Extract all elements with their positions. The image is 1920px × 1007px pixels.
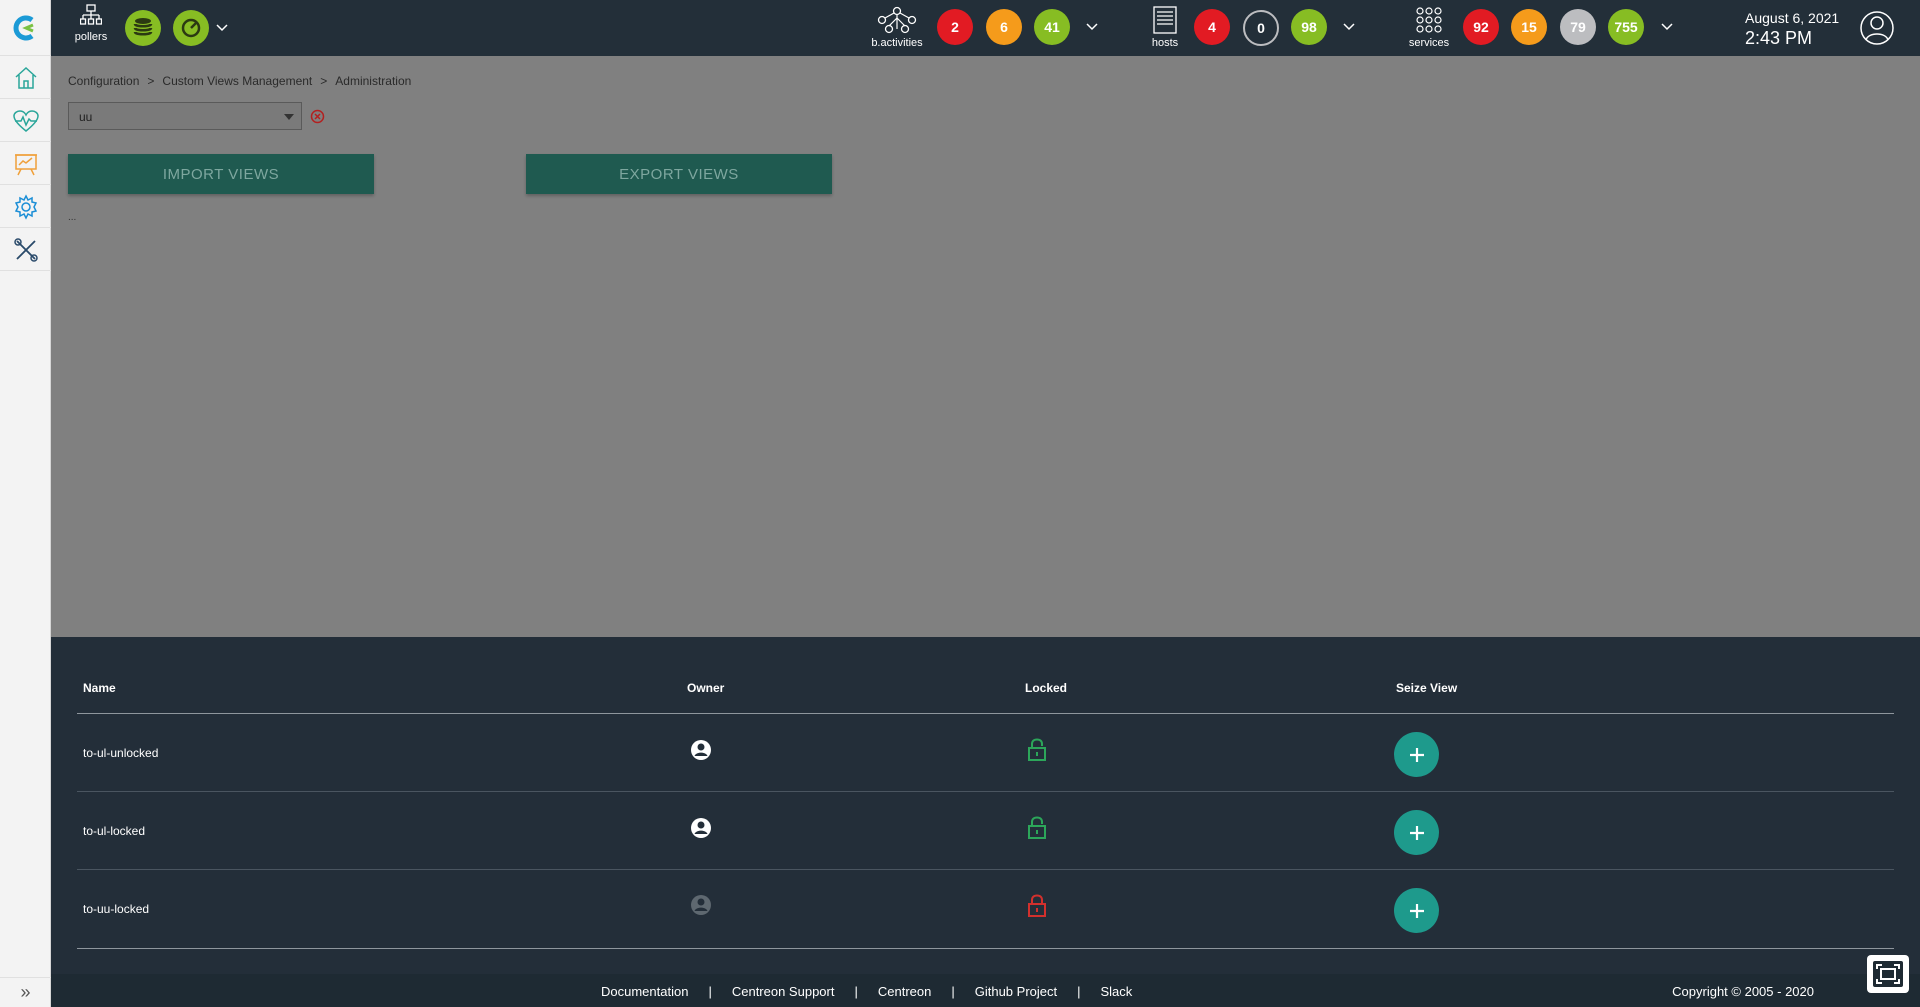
hosts-unreachable-count[interactable]: 0 (1243, 10, 1279, 46)
services-critical-count[interactable]: 92 (1463, 9, 1499, 45)
export-views-button[interactable]: EXPORT VIEWS (526, 154, 832, 194)
footer-link-centreon[interactable]: Centreon (878, 984, 931, 999)
bactivities-ok-count[interactable]: 41 (1034, 9, 1070, 45)
services-chevron-down-icon[interactable] (1658, 18, 1676, 36)
fullscreen-button[interactable] (1867, 955, 1909, 993)
gauge-icon (181, 18, 201, 38)
breadcrumb-separator: > (320, 74, 328, 88)
gear-icon (14, 193, 37, 220)
dropdown-arrow-icon (284, 114, 294, 120)
hosts-chevron-down-icon[interactable] (1340, 18, 1358, 36)
hosts-icon[interactable] (1152, 5, 1178, 35)
sidebar-item-configuration[interactable] (0, 186, 51, 228)
footer-links: Documentation | Centreon Support | Centr… (601, 984, 1132, 999)
heartbeat-icon (12, 109, 39, 132)
footer-link-centreon-support[interactable]: Centreon Support (732, 984, 835, 999)
top-bar: pollers b.activities 2 6 41 hosts 4 0 98… (51, 0, 1920, 56)
presentation-chart-icon (14, 153, 37, 175)
database-status[interactable] (125, 10, 161, 46)
table-row-name: to-uu-locked (83, 902, 150, 916)
seize-view-button[interactable] (1394, 888, 1439, 933)
table-row-name: to-ul-locked (83, 824, 146, 838)
plus-icon (1409, 747, 1424, 762)
services-unknown-count[interactable]: 79 (1560, 9, 1596, 45)
seize-view-button[interactable] (1394, 810, 1439, 855)
services-label: services (1408, 37, 1450, 49)
header-divider (77, 713, 1894, 714)
clear-filter-icon[interactable] (310, 109, 325, 124)
footer-separator: | (708, 984, 712, 999)
row-divider (77, 869, 1894, 870)
plus-icon (1409, 903, 1424, 918)
database-icon (133, 18, 153, 36)
import-views-button[interactable]: IMPORT VIEWS (68, 154, 374, 194)
hosts-down-count[interactable]: 4 (1194, 9, 1230, 45)
locked-padlock-icon (1028, 894, 1046, 917)
column-header-seize-view: Seize View (1396, 681, 1458, 695)
services-ok-count[interactable]: 755 (1608, 9, 1644, 45)
breadcrumb-item-administration[interactable]: Administration (335, 74, 411, 88)
column-header-locked: Locked (1025, 681, 1068, 695)
breadcrumb-item-custom-views[interactable]: Custom Views Management (162, 74, 312, 88)
breadcrumb-separator: > (147, 74, 155, 88)
hosts-label: hosts (1151, 37, 1179, 49)
current-date: August 6, 2021 (1745, 10, 1840, 26)
bactivities-chevron-down-icon[interactable] (1083, 18, 1101, 36)
table-row-name: to-ul-unlocked (83, 746, 159, 760)
footer-separator: | (1077, 984, 1081, 999)
pollers-label: pollers (74, 31, 108, 43)
sidebar-item-home[interactable] (0, 57, 51, 99)
business-activities-icon[interactable] (876, 6, 918, 34)
ellipsis-text: ... (68, 212, 77, 223)
bactivities-warning-count[interactable]: 6 (986, 9, 1022, 45)
footer-link-slack[interactable]: Slack (1101, 984, 1133, 999)
owner-user-icon (691, 818, 711, 838)
pollers-menu[interactable]: pollers (71, 4, 111, 43)
double-chevron-right-icon: » (20, 982, 31, 1002)
column-header-name: Name (83, 681, 116, 695)
footer: Documentation | Centreon Support | Centr… (51, 974, 1920, 1007)
table-bottom-divider (77, 948, 1894, 949)
sidebar-item-administration[interactable] (0, 229, 51, 271)
unlocked-padlock-icon (1028, 738, 1046, 761)
footer-link-documentation[interactable]: Documentation (601, 984, 688, 999)
copyright-text: Copyright © 2005 - 2020 (1672, 984, 1814, 999)
view-filter-select[interactable]: uu (68, 102, 302, 130)
sidebar-item-reporting[interactable] (0, 143, 51, 185)
seize-view-button[interactable] (1394, 732, 1439, 777)
row-divider (77, 791, 1894, 792)
hosts-up-count[interactable]: 98 (1291, 9, 1327, 45)
centreon-logo-icon (13, 15, 34, 40)
pollers-icon (79, 4, 103, 25)
column-header-owner: Owner (687, 681, 725, 695)
sidebar-expand-button[interactable]: » (0, 977, 51, 1007)
user-profile-icon[interactable] (1859, 10, 1895, 46)
unlocked-padlock-icon (1028, 816, 1046, 839)
current-time: 2:43 PM (1745, 28, 1813, 48)
bactivities-critical-count[interactable]: 2 (937, 9, 973, 45)
views-table: Name Owner Locked Seize View to-ul-unloc… (51, 637, 1920, 974)
plus-icon (1409, 825, 1424, 840)
bactivities-label: b.activities (871, 37, 923, 49)
sidebar: » (0, 0, 51, 1007)
centreon-logo[interactable] (0, 0, 51, 56)
footer-link-github-project[interactable]: Github Project (975, 984, 1057, 999)
breadcrumb: Configuration > Custom Views Management > Ad… (68, 74, 411, 88)
latency-status[interactable] (173, 10, 209, 46)
main-content: Configuration > Custom Views Management > Ad… (51, 56, 1920, 637)
fullscreen-icon (1873, 961, 1903, 987)
footer-separator: | (951, 984, 955, 999)
services-warning-count[interactable]: 15 (1511, 9, 1547, 45)
view-filter-value: uu (79, 110, 93, 124)
home-icon (14, 66, 37, 89)
chevron-down-icon[interactable] (213, 19, 231, 37)
tools-icon (13, 237, 38, 262)
owner-user-icon-inactive (691, 895, 711, 915)
owner-user-icon (691, 740, 711, 760)
sidebar-item-monitoring[interactable] (0, 100, 51, 142)
breadcrumb-item-configuration[interactable]: Configuration (68, 74, 139, 88)
footer-separator: | (854, 984, 858, 999)
services-icon[interactable] (1414, 5, 1444, 35)
